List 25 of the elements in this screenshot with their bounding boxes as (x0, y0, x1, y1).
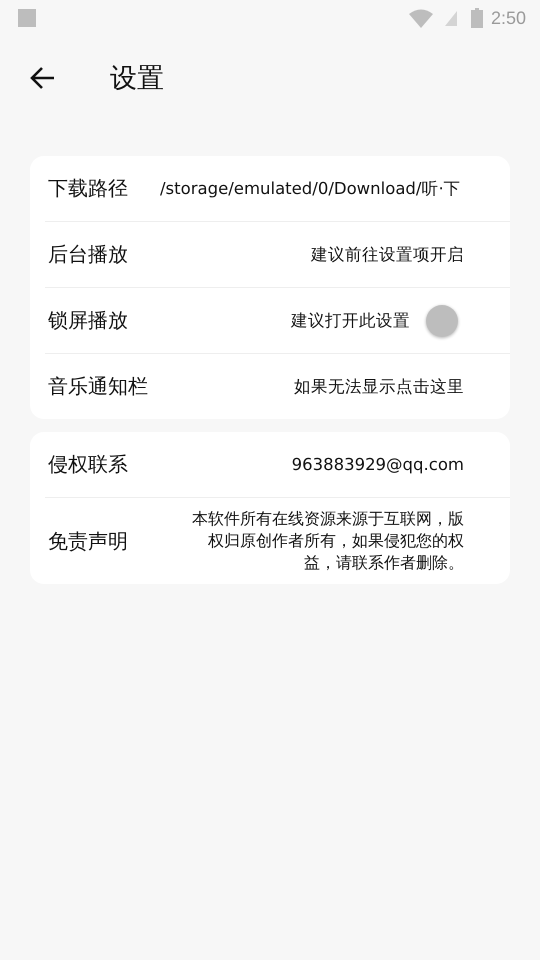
setting-value: 本软件所有在线资源来源于互联网，版权归原创作者所有，如果侵犯您的权益，请联系作者删除。 (191, 508, 464, 574)
wifi-icon (408, 8, 433, 28)
setting-value: 如果无法显示点击这里 (293, 376, 464, 398)
setting-value: 建议前往设置项开启 (310, 244, 464, 266)
settings-row[interactable]: 免责声明 本软件所有在线资源来源于互联网，版权归原创作者所有，如果侵犯您的权益，请联系作者删除。 (45, 497, 510, 584)
battery-icon (470, 8, 483, 28)
setting-label: 免责声明 (47, 528, 128, 554)
setting-label: 下载路径 (47, 175, 128, 202)
settings-row[interactable]: 侵权联系 963883929@qq.com (45, 432, 510, 497)
page-title: 设置 (110, 62, 164, 96)
setting-label: 锁屏播放 (47, 307, 128, 334)
settings-row[interactable]: 音乐通知栏 如果无法显示点击这里 (45, 353, 510, 419)
notification-icon (18, 9, 36, 27)
setting-value: /storage/emulated/0/Download/听·下 (160, 178, 462, 200)
setting-label: 后台播放 (47, 241, 128, 268)
setting-value: 建议打开此设置 (290, 310, 410, 332)
settings-row[interactable]: 下载路径 /storage/emulated/0/Download/听·下 (45, 156, 510, 221)
setting-label: 侵权联系 (47, 451, 128, 478)
settings-row[interactable]: 锁屏播放 建议打开此设置 (45, 287, 510, 353)
signal-icon (442, 9, 459, 27)
setting-label: 音乐通知栏 (47, 373, 148, 400)
clock-time: 2:50 (490, 8, 526, 28)
toggle-switch[interactable] (426, 304, 458, 336)
setting-value: 963883929@qq.com (290, 455, 464, 474)
settings-row[interactable]: 后台播放 建议前往设置项开启 (45, 221, 510, 287)
